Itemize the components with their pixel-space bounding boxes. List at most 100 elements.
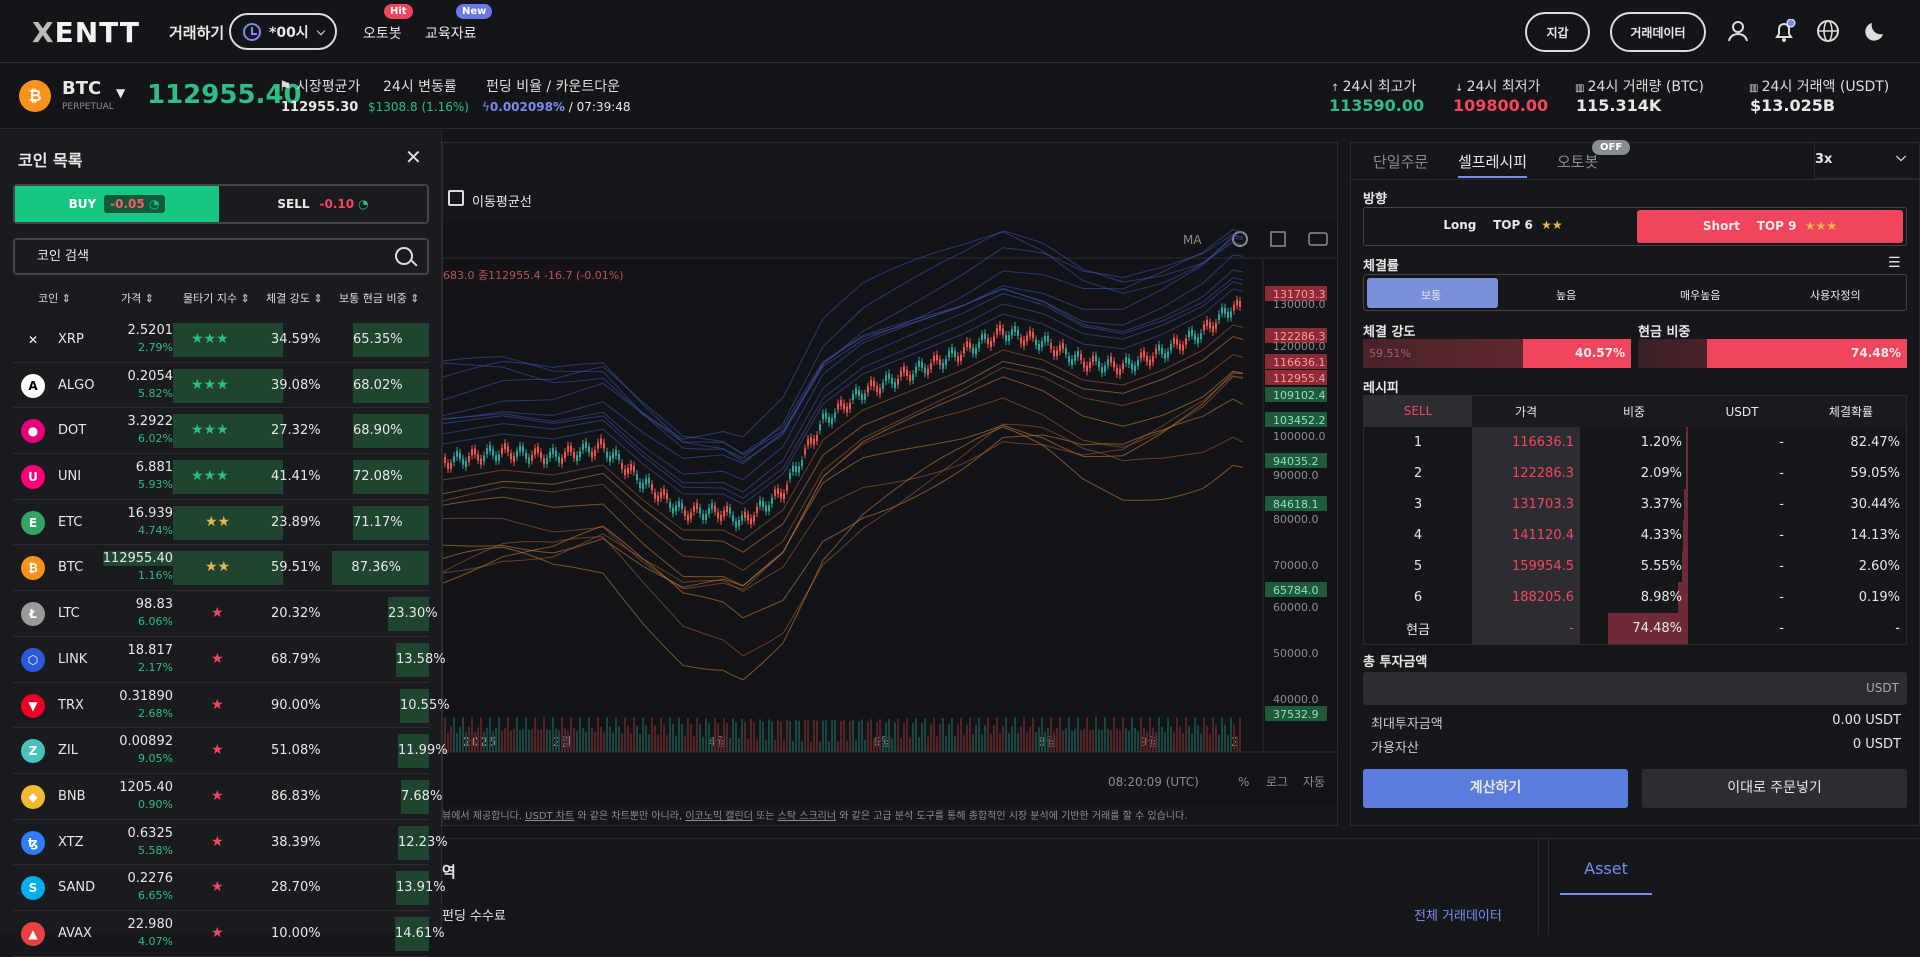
fill-option-normal[interactable]: 보통 bbox=[1421, 287, 1441, 303]
col-dip-index[interactable]: 물타기 지수 ⇕ bbox=[183, 290, 250, 306]
moon-icon[interactable] bbox=[1863, 19, 1887, 43]
etc-coin-icon: E bbox=[21, 510, 45, 535]
tab-single-order[interactable]: 단일주문 bbox=[1373, 151, 1428, 172]
star-rating: ★★ bbox=[1541, 218, 1563, 232]
short-option[interactable]: Short TOP 9 ★★★ bbox=[1637, 210, 1903, 243]
nav-education[interactable]: New 교육자료 bbox=[425, 4, 493, 43]
coin-row-trx[interactable]: ▼ TRX 0.31890 2.68% ★ 90.00% 10.55% bbox=[13, 683, 450, 729]
stock-screener-link[interactable]: 스탁 스크리너 bbox=[778, 811, 836, 822]
wallet-button[interactable]: 지갑 bbox=[1525, 12, 1590, 52]
tab-autobot[interactable]: 오토봇 bbox=[1557, 151, 1598, 172]
price-chart[interactable]: MA683.0 종112955.4 -16.7 (-0.01%)131703.3… bbox=[443, 222, 1337, 805]
price-axis-label: 60000.0 bbox=[1273, 601, 1319, 614]
coin-row-btc[interactable]: ₿ BTC 112955.40 1.16% ★★ 59.51% 87.36% bbox=[13, 545, 429, 592]
change-label: 24시 변동률 bbox=[383, 79, 457, 95]
coin-name: UNI bbox=[58, 469, 82, 485]
recipe-ratio: 74.48% bbox=[1580, 613, 1688, 644]
bell-icon[interactable] bbox=[1772, 19, 1796, 43]
auto-scale-button[interactable]: 자동 bbox=[1303, 775, 1325, 789]
coin-price: 112955.40 bbox=[102, 551, 173, 567]
place-order-button[interactable]: 이대로 주문넣기 bbox=[1642, 769, 1907, 808]
nav-trade[interactable]: 거래하기 bbox=[169, 22, 224, 43]
btc-coin-icon: ₿ bbox=[21, 556, 45, 581]
fill-option-high[interactable]: 높음 bbox=[1556, 287, 1576, 303]
coin-change: 5.93% bbox=[138, 478, 173, 492]
recipe-price: 188205.6 bbox=[1472, 582, 1580, 613]
col-coin[interactable]: 코인 ⇕ bbox=[38, 290, 71, 306]
col-cash-ratio[interactable]: 보통 현금 비중 ⇕ bbox=[339, 290, 419, 306]
coin-change: 0.90% bbox=[138, 797, 173, 811]
coin-strength: 68.79% bbox=[271, 651, 321, 667]
flag-icon: ⚑ bbox=[279, 79, 297, 95]
available-assets-label: 가용자산 bbox=[1371, 741, 1419, 756]
coin-row-zil[interactable]: Z ZIL 0.00892 9.05% ★ 51.08% 11.99% bbox=[13, 728, 448, 774]
coin-row-link[interactable]: ⬡ LINK 18.817 2.17% ★ 68.79% 13.58% bbox=[13, 637, 446, 683]
coin-row-etc[interactable]: E ETC 16.939 4.74% ★★ 23.89% 71.17% bbox=[13, 500, 429, 546]
col-strength[interactable]: 체결 강도 ⇕ bbox=[266, 290, 323, 306]
total-investment-input[interactable]: USDT bbox=[1363, 672, 1907, 705]
coin-row-ltc[interactable]: Ł LTC 98.83 6.06% ★ 20.32% 23.30% bbox=[13, 591, 438, 637]
recipe-ratio: 3.37% bbox=[1580, 489, 1688, 520]
recipe-price: 141120.4 bbox=[1472, 520, 1580, 551]
recipe-row: 현금 -74.48% - - bbox=[1364, 613, 1906, 644]
coin-cash-ratio: 13.91% bbox=[396, 871, 446, 906]
coin-cash-ratio: 65.35% bbox=[353, 323, 429, 357]
mark-price-label: ⚑ 시장평균가 bbox=[279, 79, 361, 95]
coin-name: LINK bbox=[58, 651, 88, 667]
price-axis-label: 109102.4 bbox=[1273, 389, 1326, 402]
arrow-down-icon: ↓ bbox=[1455, 83, 1467, 94]
star-rating: ★ bbox=[211, 650, 224, 667]
fill-option-custom[interactable]: 사용자정의 bbox=[1810, 287, 1861, 303]
logo[interactable]: XENTT bbox=[32, 16, 140, 49]
user-icon[interactable] bbox=[1726, 19, 1750, 43]
star-rating: ★ bbox=[211, 924, 224, 941]
moving-average-checkbox[interactable] bbox=[448, 190, 464, 206]
close-icon[interactable]: ✕ bbox=[405, 145, 422, 169]
asset-tab[interactable]: Asset bbox=[1560, 859, 1652, 895]
all-trade-data-link[interactable]: 전체 거래데이터 bbox=[1414, 905, 1502, 924]
coin-cash-ratio: 23.30% bbox=[388, 597, 438, 632]
coin-list-panel: 코인 목록 ✕ BUY -0.05 ◔ SELL -0.10 ◔ 코인 검색 코인 ⇕… bbox=[0, 130, 450, 957]
price-axis-label: 50000.0 bbox=[1273, 647, 1319, 660]
economic-calendar-link[interactable]: 이코노믹 캘린더 bbox=[685, 811, 753, 822]
leverage-selector[interactable]: 3x ⌵ bbox=[1814, 142, 1920, 179]
coin-row-uni[interactable]: U UNI 6.881 5.93% ★★★ 41.41% 72.08% bbox=[13, 454, 429, 500]
coin-search-input[interactable]: 코인 검색 bbox=[13, 238, 429, 275]
sliders-icon[interactable]: ☰ bbox=[1888, 255, 1901, 271]
dot-coin-icon: ● bbox=[21, 419, 45, 444]
coin-row-xtz[interactable]: ꜩ XTZ 0.6325 5.58% ★ 38.39% 12.23% bbox=[13, 820, 448, 866]
ma-indicator-button[interactable]: MA bbox=[1183, 233, 1202, 247]
star-rating: ★ bbox=[211, 696, 224, 713]
coin-cash-ratio: 68.02% bbox=[353, 368, 429, 403]
coin-row-dot[interactable]: ● DOT 3.2922 6.02% ★★★ 27.32% 68.90% bbox=[13, 408, 429, 455]
bottom-panel: 역 펀딩 수수료 전체 거래데이터 Asset bbox=[442, 838, 1920, 935]
cash-ratio-label: 현금 비중 bbox=[1638, 325, 1691, 340]
coin-row-xrp[interactable]: ✕ XRP 2.5201 2.79% ★★★ 34.59% 65.35% bbox=[13, 317, 429, 363]
fill-option-very-high[interactable]: 매우높음 bbox=[1680, 287, 1720, 303]
tab-self-recipe[interactable]: 셀프레시피 bbox=[1458, 151, 1528, 178]
ticker-dropdown-icon[interactable]: ▼ bbox=[116, 86, 125, 100]
low-label: ↓ 24시 최저가 bbox=[1455, 79, 1541, 95]
ticker-symbol[interactable]: BTC bbox=[62, 78, 101, 99]
coin-row-bnb[interactable]: ◆ BNB 1205.40 0.90% ★ 86.83% 7.68% bbox=[13, 774, 442, 820]
buy-tab[interactable]: BUY -0.05 ◔ bbox=[15, 186, 219, 222]
search-icon[interactable] bbox=[395, 247, 413, 265]
coin-row-sand[interactable]: S SAND 0.2276 6.65% ★ 28.70% 13.91% bbox=[13, 865, 446, 911]
coin-price: 0.2054 bbox=[127, 368, 174, 384]
col-price[interactable]: 가격 ⇕ bbox=[121, 290, 154, 306]
sell-tab[interactable]: SELL -0.10 ◔ bbox=[219, 186, 427, 222]
usdt-chart-link[interactable]: USDT 차트 bbox=[525, 811, 574, 822]
long-option[interactable]: Long TOP 6 ★★ bbox=[1373, 218, 1633, 232]
log-scale-button[interactable]: 로그 bbox=[1266, 775, 1288, 789]
nav-autobot[interactable]: Hit 오토봇 bbox=[363, 4, 413, 43]
calculate-button[interactable]: 계산하기 bbox=[1363, 769, 1628, 808]
trade-data-button[interactable]: 거래데이터 bbox=[1610, 12, 1706, 52]
coin-row-algo[interactable]: A ALGO 0.2054 5.82% ★★★ 39.08% 68.02% bbox=[13, 363, 429, 409]
globe-icon[interactable] bbox=[1816, 19, 1840, 43]
price-axis-label: 130000.0 bbox=[1273, 298, 1326, 311]
percent-scale-button[interactable]: % bbox=[1238, 775, 1249, 789]
funding-fee-tab[interactable]: 펀딩 수수료 bbox=[442, 905, 506, 924]
coin-price: 0.2276 bbox=[127, 871, 174, 887]
volume-usdt-value: $13.025B bbox=[1750, 96, 1836, 115]
hour-selector[interactable]: *00시 ⌵ bbox=[229, 13, 337, 50]
